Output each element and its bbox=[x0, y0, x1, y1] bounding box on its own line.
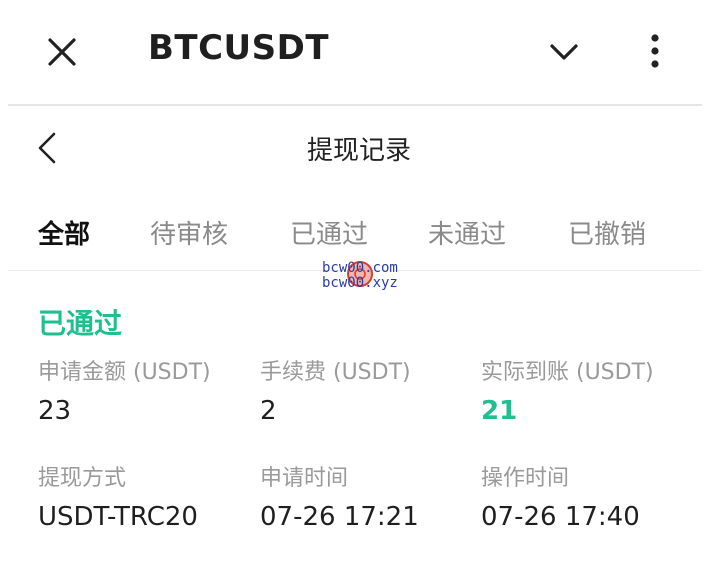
status-badge: 已通过 bbox=[38, 307, 123, 340]
watermark-line-1: bcw00.com bbox=[322, 260, 398, 276]
top-bar: BTCUSDT bbox=[0, 0, 718, 104]
field-value: 07-26 17:21 bbox=[260, 502, 419, 532]
field-apply-amount: 申请金额 (USDT) 23 bbox=[38, 354, 211, 426]
watermark: bcw00.com bcw00.xyz bbox=[322, 258, 406, 294]
field-value: 21 bbox=[481, 396, 518, 426]
field-label: 提现方式 bbox=[38, 466, 127, 491]
field-label: 申请时间 bbox=[260, 466, 349, 491]
field-value: 07-26 17:40 bbox=[481, 502, 640, 532]
field-label: 实际到账 (USDT) bbox=[481, 360, 654, 385]
tab-all[interactable]: 全部 bbox=[38, 214, 90, 251]
symbol-title[interactable]: BTCUSDT bbox=[148, 28, 329, 68]
field-label: 手续费 (USDT) bbox=[260, 360, 411, 385]
field-value: 2 bbox=[260, 396, 277, 426]
more-vertical-icon[interactable] bbox=[640, 30, 670, 74]
header-divider bbox=[8, 104, 702, 106]
field-label: 操作时间 bbox=[481, 466, 570, 491]
watermark-line-2: bcw00.xyz bbox=[322, 275, 398, 291]
field-value: USDT-TRC20 bbox=[38, 502, 198, 532]
field-operation-time: 操作时间 07-26 17:40 bbox=[481, 460, 640, 532]
field-fee: 手续费 (USDT) 2 bbox=[260, 354, 411, 426]
field-apply-time: 申请时间 07-26 17:21 bbox=[260, 460, 419, 532]
field-actual-received: 实际到账 (USDT) 21 bbox=[481, 354, 654, 426]
field-value: 23 bbox=[38, 396, 72, 426]
field-label: 申请金额 (USDT) bbox=[38, 360, 211, 385]
page-header: 提现记录 bbox=[0, 118, 718, 178]
tab-rejected[interactable]: 未通过 bbox=[428, 214, 506, 251]
tab-approved[interactable]: 已通过 bbox=[290, 214, 368, 251]
field-method: 提现方式 USDT-TRC20 bbox=[38, 460, 198, 532]
tab-cancelled[interactable]: 已撤销 bbox=[568, 214, 646, 251]
page-title: 提现记录 bbox=[306, 136, 411, 166]
close-icon[interactable] bbox=[40, 30, 84, 74]
status-tabs: 全部 待审核 已通过 未通过 已撤销 bbox=[0, 214, 718, 260]
tab-pending[interactable]: 待审核 bbox=[150, 214, 228, 251]
chevron-down-icon[interactable] bbox=[544, 34, 584, 70]
